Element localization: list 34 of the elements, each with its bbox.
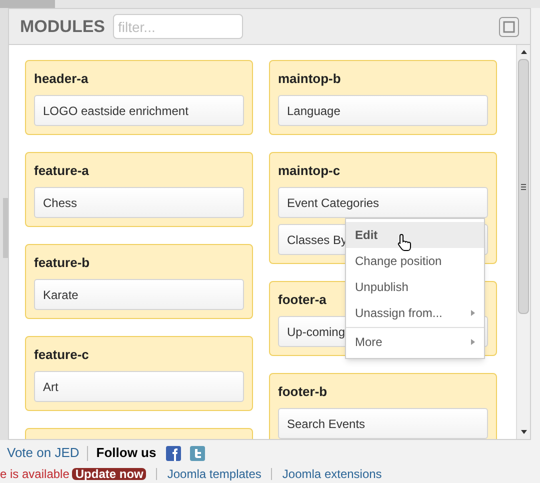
- menu-item[interactable]: More: [346, 329, 484, 355]
- menu-item[interactable]: Change position: [346, 248, 484, 274]
- position-title: maintop-c: [278, 162, 340, 180]
- module-item[interactable]: Event Categories: [278, 187, 488, 218]
- module-item[interactable]: Art: [34, 371, 244, 402]
- maximize-icon[interactable]: [499, 16, 519, 36]
- position-title: header-a: [34, 70, 88, 88]
- footer-link[interactable]: Joomla templates: [167, 468, 262, 480]
- twitter-icon[interactable]: [190, 446, 206, 460]
- menu-item[interactable]: Edit: [346, 222, 484, 248]
- module-item[interactable]: Language: [278, 95, 488, 126]
- module-item[interactable]: Karate: [34, 279, 244, 310]
- module-item[interactable]: LOGO eastside enrichment: [34, 95, 244, 126]
- scrollbar[interactable]: [516, 45, 530, 439]
- position-title: feature-b: [34, 254, 90, 272]
- module-item[interactable]: Search Events: [278, 408, 488, 439]
- filter-field[interactable]: filter...: [113, 14, 243, 39]
- panel-title: MODULES: [20, 16, 105, 38]
- follow-label: Follow us: [96, 444, 156, 462]
- vote-link[interactable]: Vote on JED: [7, 443, 80, 463]
- grip-icon[interactable]: [521, 184, 526, 190]
- update-button[interactable]: Update now: [72, 468, 146, 480]
- position-title: maintop-b: [278, 70, 341, 88]
- module-item[interactable]: Chess: [34, 187, 244, 218]
- position-title: footer-b: [278, 383, 328, 401]
- menu-item[interactable]: Unassign from...: [346, 300, 484, 326]
- footer-link[interactable]: Joomla extensions: [282, 468, 382, 480]
- update-message: e is available: [0, 468, 70, 480]
- position-title: footer-a: [278, 291, 326, 309]
- position-title: feature-a: [34, 162, 89, 180]
- menu-item[interactable]: Unpublish: [346, 274, 484, 300]
- hand-cursor-icon: [397, 233, 413, 252]
- facebook-icon[interactable]: [166, 446, 182, 460]
- position-title: feature-c: [34, 346, 89, 364]
